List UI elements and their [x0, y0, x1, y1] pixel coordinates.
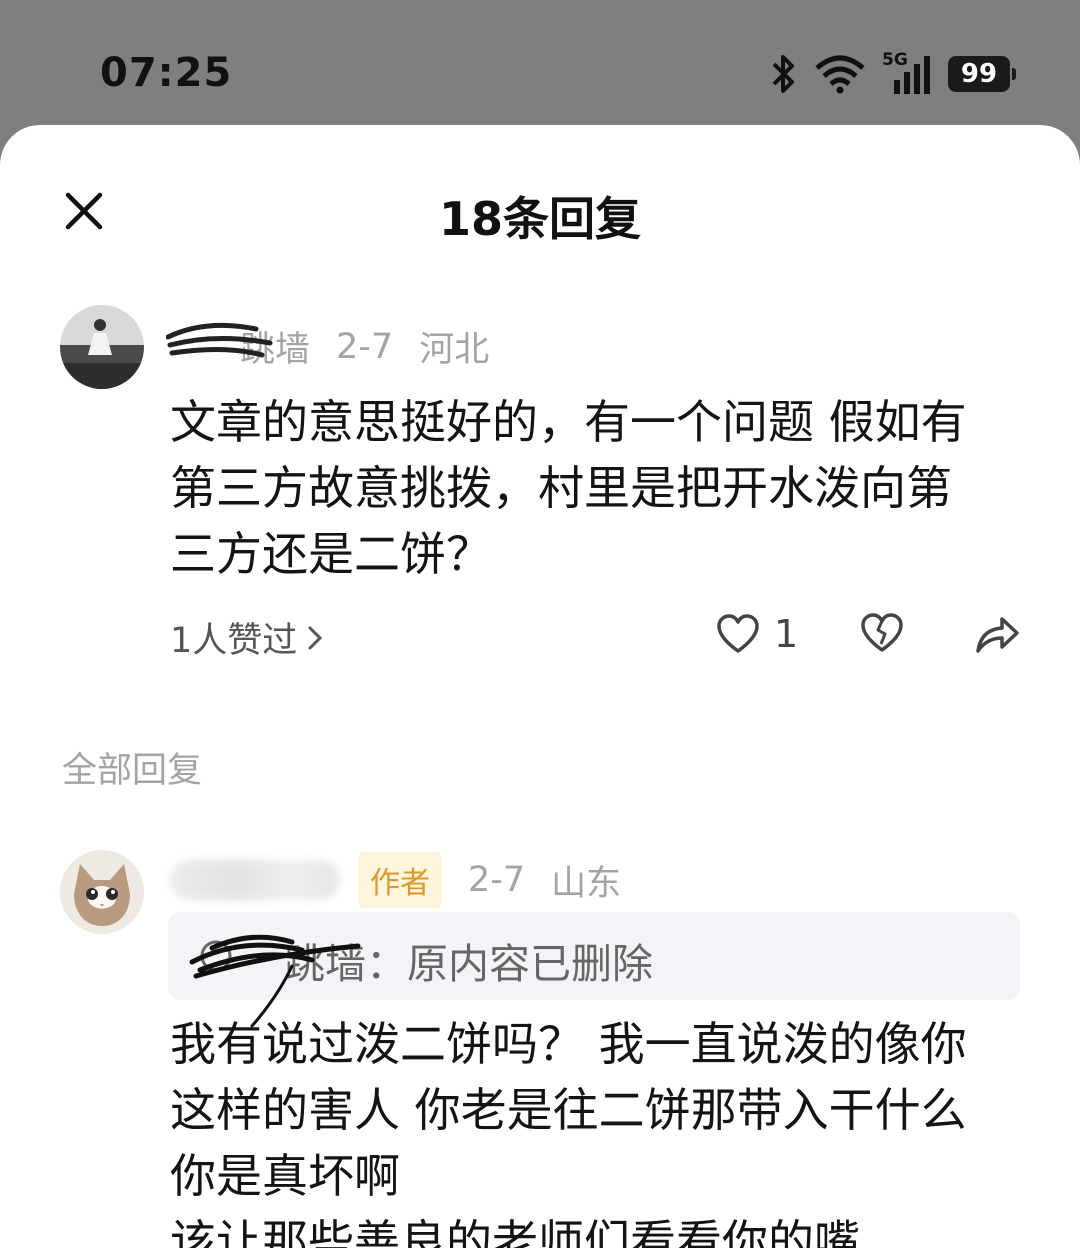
liked-by-link[interactable]: 1人赞过 — [170, 612, 323, 663]
reply-body: 我有说过泼二饼吗？ 我一直说泼的像你 这样的害人 你老是往二饼那带入干什么 你是… — [170, 1011, 1010, 1248]
status-time: 07:25 — [100, 50, 233, 96]
avatar[interactable] — [60, 850, 144, 934]
bluetooth-icon — [772, 55, 794, 93]
liked-by-text: 1人赞过 — [170, 621, 298, 661]
wifi-icon — [815, 55, 865, 94]
comment-location: 河北 — [419, 330, 490, 370]
reply-line: 这样的害人 你老是往二饼那带入干什么 — [170, 1083, 967, 1137]
comment-meta: 跳墙 2-7 河北 — [166, 321, 490, 372]
all-replies-heading: 全部回复 — [62, 751, 203, 791]
like-count: 1 — [774, 612, 799, 656]
replies-sheet: 18条回复 跳墙 2-7 河北 文章的意思挺好的，有一个问题 假如有 第三方故意… — [0, 125, 1080, 1248]
reply-meta: 作者 2-7 山东 — [170, 852, 621, 908]
username[interactable]: 跳墙 — [166, 321, 311, 372]
reply-line: 我有说过泼二饼吗？ 我一直说泼的像你 — [170, 1017, 967, 1071]
comment-date: 2-7 — [336, 326, 394, 367]
reply-line: 你是真坏啊 — [170, 1149, 400, 1203]
reply-date: 2-7 — [468, 860, 526, 900]
battery-icon: 99 — [948, 56, 1016, 92]
reply-line: 该让那些善良的老师们看看你的嘴 — [170, 1215, 860, 1248]
author-name-blurred[interactable] — [170, 860, 340, 900]
comment-line: 文章的意思挺好的，有一个问题 假如有 — [170, 395, 967, 449]
share-button[interactable] — [974, 613, 1020, 655]
reply-location: 山东 — [551, 863, 622, 904]
quoted-comment[interactable]: 跳墙：原内容已删除 — [168, 912, 1020, 1028]
comment-line: 三方还是二饼？ — [170, 527, 492, 581]
comment-line: 第三方故意挑拨，村里是把开水泼向第 — [170, 461, 952, 515]
dislike-button[interactable] — [860, 612, 904, 654]
signal-icon: 5G — [882, 50, 932, 98]
heart-icon — [717, 614, 759, 653]
status-bar: 07:25 5G 99 — [0, 0, 1080, 125]
avatar[interactable] — [60, 305, 144, 389]
chevron-right-icon — [308, 626, 323, 649]
username-text: 跳墙 — [240, 330, 311, 370]
author-badge: 作者 — [358, 852, 442, 908]
status-icons: 5G 99 — [768, 48, 1016, 100]
sheet-title: 18条回复 — [438, 192, 641, 246]
like-button[interactable]: 1 — [716, 612, 798, 656]
broken-heart-icon — [861, 613, 903, 652]
share-icon — [976, 617, 1019, 653]
comment-body: 文章的意思挺好的，有一个问题 假如有 第三方故意挑拨，村里是把开水泼向第 三方还… — [170, 389, 1010, 587]
